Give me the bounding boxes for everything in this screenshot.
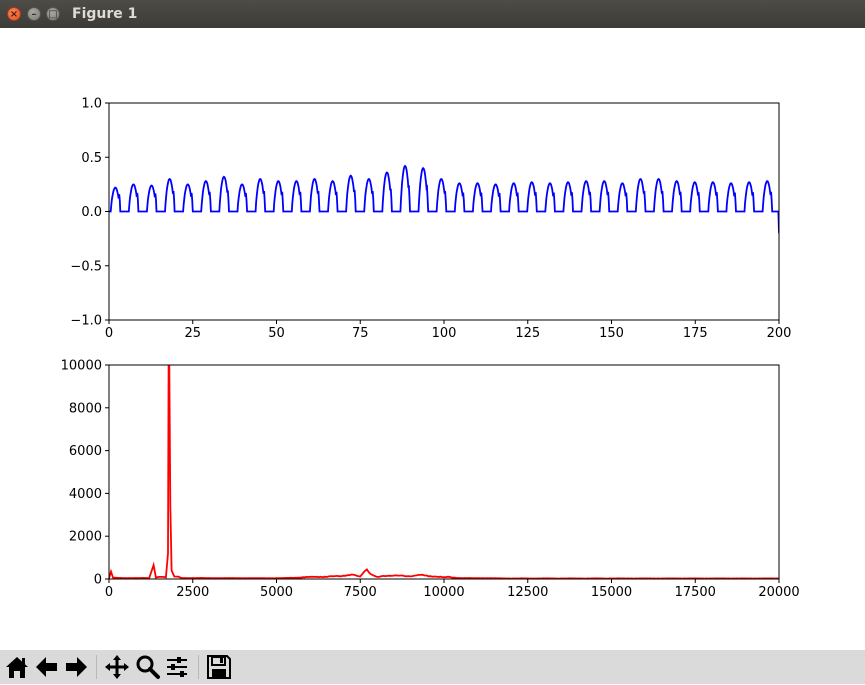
window-titlebar: × – □ Figure 1 — [0, 0, 865, 28]
y-tick-label: 1.0 — [81, 97, 102, 112]
y-tick-label: 2000 — [69, 530, 102, 545]
x-tick-label: 5000 — [260, 585, 293, 600]
x-tick-label: 10000 — [423, 585, 464, 600]
x-tick-label: 20000 — [758, 585, 799, 600]
toolbar-separator — [198, 655, 199, 679]
forward-arrow-icon — [66, 657, 87, 677]
x-tick-label: 25 — [184, 326, 201, 341]
back-button[interactable] — [33, 653, 61, 681]
x-tick-label: 175 — [683, 326, 708, 341]
save-button[interactable] — [205, 653, 233, 681]
y-tick-label: 0.0 — [81, 205, 102, 220]
pan-icon — [105, 655, 129, 679]
subplots-config-icon — [167, 657, 187, 677]
zoom-button[interactable] — [133, 653, 161, 681]
signal-line — [109, 164, 779, 234]
x-tick-label: 15000 — [591, 585, 632, 600]
y-tick-label: 8000 — [69, 401, 102, 416]
subplots-config-button[interactable] — [163, 653, 191, 681]
x-tick-label: 200 — [767, 326, 792, 341]
y-tick-label: 0 — [94, 573, 102, 588]
y-tick-label: 10000 — [61, 359, 102, 374]
maximize-window-button[interactable]: □ — [46, 7, 60, 21]
zoom-icon — [136, 655, 160, 679]
navigation-toolbar — [0, 650, 865, 684]
x-tick-label: 17500 — [675, 585, 716, 600]
pan-button[interactable] — [103, 653, 131, 681]
x-tick-label: 12500 — [507, 585, 548, 600]
x-tick-label: 0 — [105, 585, 113, 600]
home-button[interactable] — [3, 653, 31, 681]
forward-button[interactable] — [62, 653, 90, 681]
save-icon — [207, 655, 231, 679]
home-icon — [6, 657, 28, 678]
axes-frame-top — [108, 102, 780, 321]
window-title: Figure 1 — [72, 6, 138, 22]
x-tick-label: 75 — [352, 326, 369, 341]
x-tick-label: 2500 — [176, 585, 209, 600]
x-tick-label: 125 — [515, 326, 540, 341]
minimize-window-button[interactable]: – — [27, 7, 41, 21]
back-arrow-icon — [36, 657, 57, 677]
x-tick-label: 0 — [105, 326, 113, 341]
x-tick-label: 100 — [432, 326, 457, 341]
x-tick-label: 50 — [268, 326, 285, 341]
y-tick-label: 4000 — [69, 487, 102, 502]
y-tick-label: 0.5 — [81, 151, 102, 166]
x-tick-label: 7500 — [344, 585, 377, 600]
y-tick-label: −1.0 — [70, 314, 102, 329]
figure-canvas[interactable]: 0 25 50 75 100 125 150 175 200 1.0 0.5 0.0 −0.5 −1.0 0… — [0, 28, 865, 650]
spectrum-line — [109, 365, 779, 579]
close-window-button[interactable]: × — [7, 7, 21, 21]
x-tick-label: 150 — [599, 326, 624, 341]
y-tick-label: 6000 — [69, 444, 102, 459]
y-tick-label: −0.5 — [70, 259, 102, 274]
axes-frame-bottom — [108, 364, 780, 580]
toolbar-separator — [96, 655, 97, 679]
figure-svg: 0 25 50 75 100 125 150 175 2001.00.50.0−0.5−1.00… — [61, 97, 800, 601]
